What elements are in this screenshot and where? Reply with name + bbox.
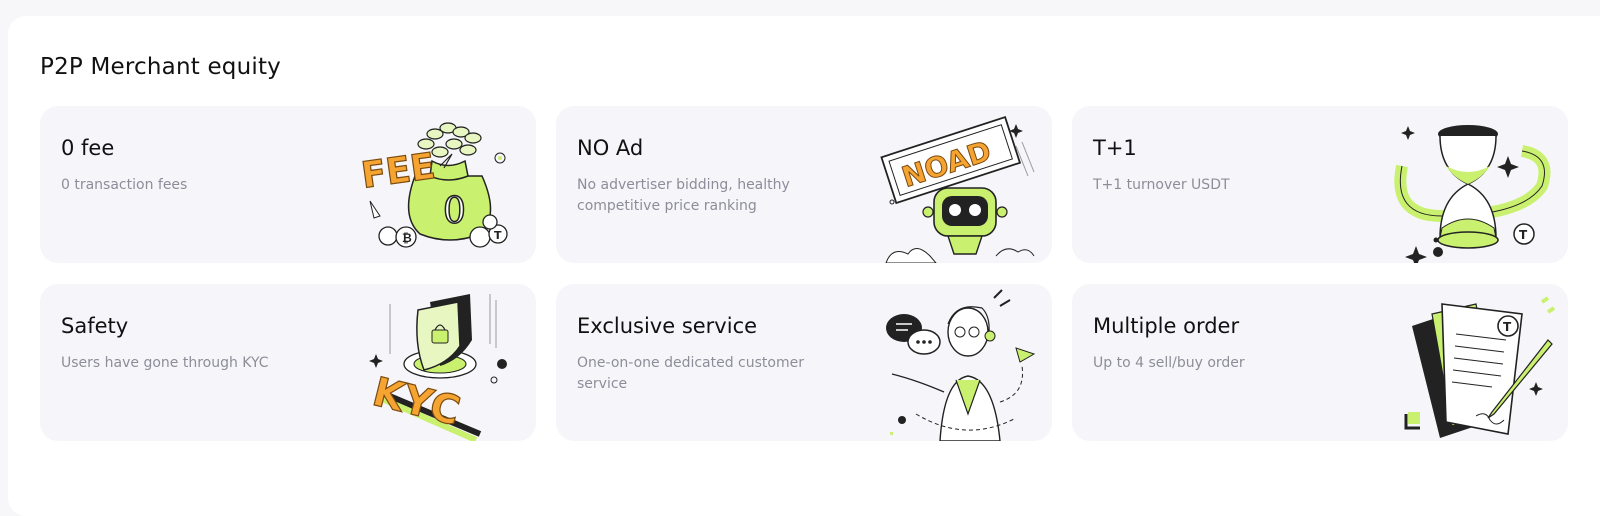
svg-text:T: T bbox=[494, 229, 502, 242]
card-description: 0 transaction fees bbox=[61, 177, 188, 193]
section-title: P2P Merchant equity bbox=[40, 54, 281, 80]
merchant-equity-panel: P2P Merchant equity 0 fee 0 transaction … bbox=[8, 16, 1600, 516]
card-description: Users have gone through KYC bbox=[61, 355, 269, 371]
benefit-card-multiple-order: Multiple order Up to 4 sell/buy order T bbox=[1072, 284, 1568, 441]
svg-text:T: T bbox=[1519, 228, 1528, 242]
card-description: No advertiser bidding, healthy competiti… bbox=[577, 177, 790, 214]
card-title: Safety bbox=[61, 314, 129, 338]
svg-text:T: T bbox=[1503, 320, 1512, 334]
card-title: Multiple order bbox=[1093, 314, 1240, 338]
card-description: Up to 4 sell/buy order bbox=[1093, 355, 1245, 371]
benefit-card-safety: Safety Users have gone through KYC KYC bbox=[40, 284, 536, 441]
robot-noad-sign-icon: NOAD bbox=[856, 106, 1052, 263]
card-description: One-on-one dedicated customer service bbox=[577, 355, 804, 392]
documents-pen-icon: T bbox=[1372, 284, 1568, 441]
card-title: T+1 bbox=[1093, 136, 1137, 160]
kyc-word: KYC bbox=[368, 369, 464, 435]
svg-text:₿: ₿ bbox=[402, 231, 412, 245]
customer-service-agent-icon bbox=[856, 284, 1052, 441]
benefit-card-no-ad: NO Ad No advertiser bidding, healthy com… bbox=[556, 106, 1052, 263]
benefit-card-exclusive-service: Exclusive service One-on-one dedicated c… bbox=[556, 284, 1052, 441]
benefit-card-zero-fee: 0 fee 0 transaction fees FEE 0 ₿ T bbox=[40, 106, 536, 263]
shield-kyc-icon: KYC bbox=[340, 284, 536, 441]
card-title: NO Ad bbox=[577, 136, 644, 160]
card-title: 0 fee bbox=[61, 136, 115, 160]
card-description: T+1 turnover USDT bbox=[1093, 177, 1230, 193]
benefit-card-t-plus-one: T+1 T+1 turnover USDT T bbox=[1072, 106, 1568, 263]
hourglass-icon: T bbox=[1372, 106, 1568, 263]
zero-digit: 0 bbox=[443, 191, 466, 232]
card-title: Exclusive service bbox=[577, 314, 758, 338]
money-bag-fee-icon: FEE 0 ₿ T bbox=[340, 106, 536, 263]
